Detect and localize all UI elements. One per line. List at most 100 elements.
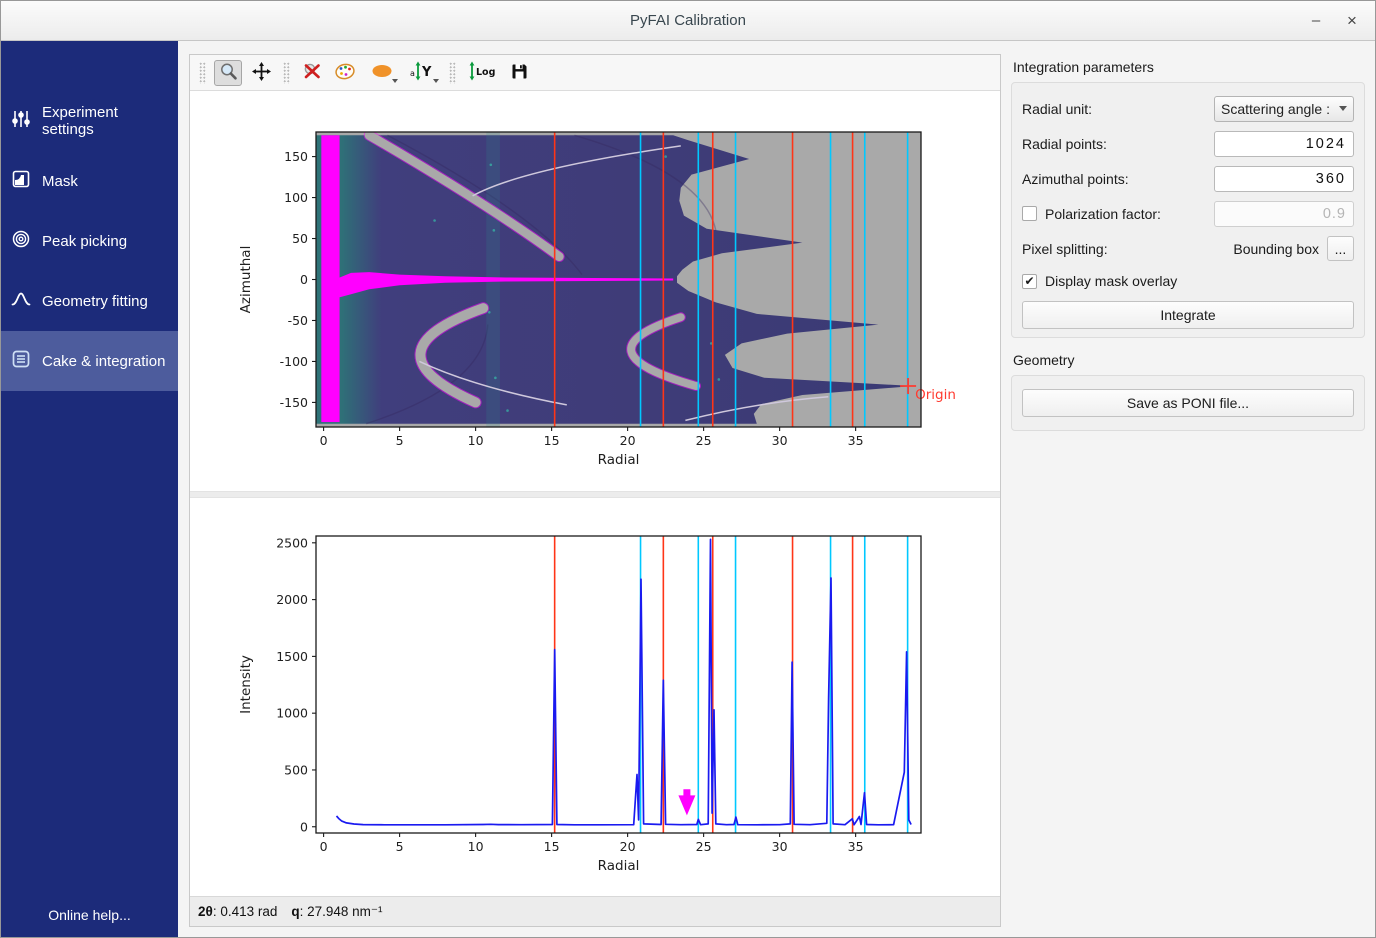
- sidebar-item-mask[interactable]: Mask: [1, 151, 178, 211]
- cake-plot[interactable]: Origin05101520253035-150-100-50050100150…: [190, 91, 1000, 491]
- close-button[interactable]: ×: [1339, 9, 1365, 33]
- polarization-input[interactable]: [1214, 201, 1354, 227]
- q-label: q: [291, 904, 299, 919]
- online-help-link[interactable]: Online help...: [1, 891, 178, 937]
- zoom-reset-button[interactable]: [298, 60, 326, 86]
- coordinate-status-bar: 2θ: 0.413 rad q: 27.948 nm⁻¹: [190, 896, 1000, 926]
- sidebar-item-geometry-fitting[interactable]: Geometry fitting: [1, 271, 178, 331]
- svg-text:25: 25: [696, 433, 712, 448]
- svg-text:2500: 2500: [276, 535, 308, 550]
- svg-text:10: 10: [468, 839, 484, 854]
- pixel-splitting-more-button[interactable]: ...: [1327, 236, 1354, 261]
- radial-unit-select[interactable]: Scattering angle :: [1214, 96, 1354, 122]
- colormap-button[interactable]: [331, 60, 359, 86]
- q-value: : 27.948 nm⁻¹: [300, 904, 383, 919]
- toolbar-grip[interactable]: [449, 62, 456, 84]
- mask-ellipse-button[interactable]: [364, 60, 400, 86]
- zoom-tool-button[interactable]: [214, 60, 242, 86]
- tth-value: : 0.413 rad: [213, 904, 278, 919]
- dropdown-caret-icon: [392, 79, 398, 83]
- svg-text:2000: 2000: [276, 592, 308, 607]
- sidebar-item-label: Cake & integration: [42, 353, 165, 370]
- integration-parameters-title: Integration parameters: [1013, 59, 1365, 75]
- svg-text:0: 0: [300, 819, 308, 834]
- sidebar-item-experiment-settings[interactable]: Experiment settings: [1, 91, 178, 151]
- svg-text:0: 0: [320, 433, 328, 448]
- sidebar-item-peak-picking[interactable]: Peak picking: [1, 211, 178, 271]
- svg-text:-100: -100: [280, 354, 308, 369]
- display-mask-checkbox[interactable]: [1022, 274, 1037, 289]
- save-poni-button[interactable]: Save as PONI file...: [1022, 389, 1354, 417]
- svg-text:30: 30: [772, 433, 788, 448]
- sidebar-item-label: Mask: [42, 173, 78, 190]
- minimize-button[interactable]: –: [1303, 9, 1329, 33]
- svg-text:Radial: Radial: [598, 858, 640, 874]
- svg-text:0: 0: [320, 839, 328, 854]
- svg-text:1000: 1000: [276, 706, 308, 721]
- svg-text:Azimuthal: Azimuthal: [238, 246, 254, 314]
- svg-text:100: 100: [284, 190, 308, 205]
- svg-text:Radial: Radial: [598, 452, 640, 468]
- peak-curve-icon: [11, 289, 31, 313]
- azimuthal-points-input[interactable]: [1214, 166, 1354, 192]
- polarization-checkbox[interactable]: [1022, 206, 1037, 221]
- pixel-splitting-label: Pixel splitting:: [1022, 241, 1233, 257]
- right-panel: Integration parameters Radial unit: Scat…: [1001, 41, 1375, 937]
- cake-list-icon: [11, 349, 31, 373]
- tth-label: 2θ: [198, 904, 213, 919]
- sidebar-item-label: Geometry fitting: [42, 293, 148, 310]
- svg-text:15: 15: [544, 839, 560, 854]
- plot-panel: a Y: [189, 54, 1001, 927]
- title-bar: PyFAI Calibration – ×: [1, 1, 1375, 41]
- log-scale-icon: Log: [467, 61, 497, 84]
- intensity-plot[interactable]: 0510152025303505001000150020002500Radial…: [190, 498, 1000, 896]
- app-window: PyFAI Calibration – × Experiment setting…: [0, 0, 1376, 938]
- svg-text:Y: Y: [421, 65, 432, 80]
- svg-text:-50: -50: [288, 313, 308, 328]
- plot-toolbar: a Y: [190, 55, 1000, 91]
- svg-text:150: 150: [284, 149, 308, 164]
- figure-divider: [190, 491, 1000, 498]
- svg-text:35: 35: [848, 433, 864, 448]
- combo-arrow-icon: [1339, 106, 1347, 111]
- magnifier-red-x-icon: [303, 62, 322, 84]
- pan-arrows-icon: [252, 62, 271, 84]
- integrate-button[interactable]: Integrate: [1022, 301, 1354, 329]
- pixel-splitting-value: Bounding box: [1233, 241, 1319, 257]
- toolbar-grip[interactable]: [199, 62, 206, 84]
- sidebar-item-cake-integration[interactable]: Cake & integration: [1, 331, 178, 391]
- sidebar: Experiment settings Mask Peak picking: [1, 41, 178, 937]
- svg-text:0: 0: [300, 272, 308, 287]
- sliders-icon: [11, 109, 31, 133]
- palette-icon: [334, 62, 356, 84]
- toolbar-grip[interactable]: [283, 62, 290, 84]
- azimuthal-points-label: Azimuthal points:: [1022, 171, 1214, 187]
- target-rings-icon: [11, 229, 31, 253]
- geometry-group: Save as PONI file...: [1011, 375, 1365, 431]
- svg-text:1500: 1500: [276, 649, 308, 664]
- radial-unit-label: Radial unit:: [1022, 101, 1214, 117]
- svg-text:Log: Log: [476, 67, 495, 78]
- svg-text:15: 15: [544, 433, 560, 448]
- radial-points-input[interactable]: [1214, 131, 1354, 157]
- polarization-label: Polarization factor:: [1045, 206, 1214, 222]
- svg-text:Intensity: Intensity: [238, 655, 254, 714]
- svg-text:5: 5: [396, 839, 404, 854]
- svg-text:-150: -150: [280, 395, 308, 410]
- display-mask-label: Display mask overlay: [1045, 273, 1354, 289]
- svg-text:30: 30: [772, 839, 788, 854]
- mask-icon: [11, 169, 31, 193]
- save-floppy-icon: [510, 62, 529, 84]
- log-scale-button[interactable]: Log: [464, 60, 500, 86]
- svg-text:25: 25: [696, 839, 712, 854]
- magnifier-icon: [219, 62, 238, 84]
- save-figure-button[interactable]: [505, 60, 533, 86]
- svg-text:20: 20: [620, 433, 636, 448]
- svg-text:10: 10: [468, 433, 484, 448]
- autoscale-y-button[interactable]: a Y: [405, 60, 441, 86]
- integration-parameters-group: Radial unit: Scattering angle : Radial p…: [1011, 82, 1365, 338]
- svg-text:500: 500: [284, 762, 308, 777]
- svg-text:a: a: [410, 69, 415, 78]
- pan-tool-button[interactable]: [247, 60, 275, 86]
- ellipse-icon: [371, 63, 393, 82]
